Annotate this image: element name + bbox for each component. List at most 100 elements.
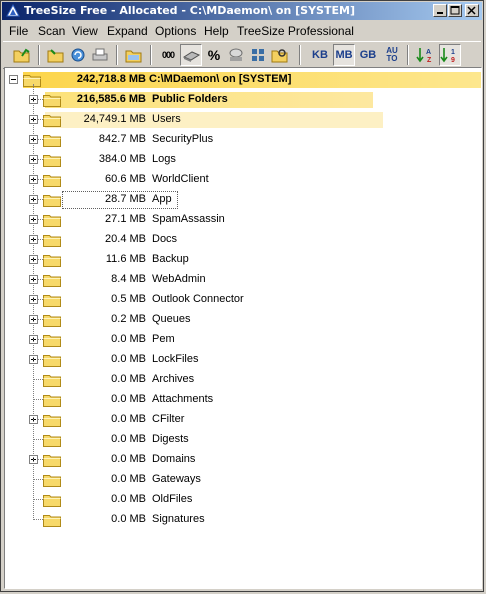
folder-name: Attachments (152, 393, 214, 405)
maximize-button[interactable] (448, 4, 462, 17)
size-view-button[interactable] (180, 44, 202, 66)
unit-mb-label: MB (335, 49, 353, 61)
folder-size: 24,749.1 MB (83, 113, 146, 125)
folder-size: 0.0 MB (111, 473, 146, 485)
search-button[interactable] (269, 44, 291, 66)
window-title: TreeSize Free - Allocated - C:\MDaemon\ … (24, 4, 355, 17)
folder-size: 27.1 MB (105, 213, 146, 225)
tree-row[interactable]: 0.0 MB Domains (5, 450, 481, 470)
tree-row[interactable]: 0.0 MB Attachments (5, 390, 481, 410)
folder-name: Backup (152, 253, 189, 265)
folder-name: Archives (152, 373, 195, 385)
toolbar: 000 % KB MB GB AU TO A Z 1 9 (3, 41, 481, 69)
folder-size: 0.0 MB (111, 333, 146, 345)
tree-row[interactable]: 11.6 MB Backup (5, 250, 481, 270)
sort-by-size-button[interactable]: 1 9 (439, 44, 461, 66)
folder-size: 0.0 MB (111, 433, 146, 445)
sort-az-icon: A Z (416, 48, 432, 64)
folder-tree[interactable]: 242,718.8 MB C:\MDaemon\ on [SYSTEM] 216,5… (4, 67, 482, 589)
folder-name: Digests (152, 433, 189, 445)
grid-icon (252, 49, 264, 61)
tree-row[interactable]: 8.4 MB WebAdmin (5, 270, 481, 290)
unit-gb-button[interactable]: GB (357, 44, 379, 66)
search-folder-icon (271, 49, 288, 63)
unit-gb-label: GB (359, 49, 377, 61)
menu-scan[interactable]: Scan (38, 24, 65, 38)
unit-kb-button[interactable]: KB (309, 44, 331, 66)
folder-size: 60.6 MB (105, 173, 146, 185)
tree-row[interactable]: 0.5 MB Outlook Connector (5, 290, 481, 310)
menu-options[interactable]: Options (155, 24, 196, 38)
explorer-button[interactable] (123, 44, 145, 66)
close-button[interactable] (465, 4, 479, 17)
folder-size: 0.0 MB (111, 353, 146, 365)
tree-row[interactable]: 0.0 MB Digests (5, 430, 481, 450)
tree-row[interactable]: 20.4 MB Docs (5, 230, 481, 250)
tree-row[interactable]: 0.0 MB CFilter (5, 410, 481, 430)
printer-icon (92, 48, 108, 61)
refresh-button[interactable] (67, 44, 89, 66)
sort-num-bottom: 9 (451, 57, 455, 64)
refresh-icon (71, 48, 85, 62)
tree-row[interactable]: 0.0 MB Gateways (5, 470, 481, 490)
folder-name: Users (152, 113, 181, 125)
percent-icon: % (207, 47, 221, 63)
tree-row[interactable]: 842.7 MB SecurityPlus (5, 130, 481, 150)
tree-row[interactable]: 384.0 MB Logs (5, 150, 481, 170)
folder-name: Docs (152, 233, 178, 245)
folder-name: Domains (152, 453, 196, 465)
tree-row[interactable]: 0.0 MB Pem (5, 330, 481, 350)
folder-name: LockFiles (152, 353, 199, 365)
tree-row[interactable]: 28.7 MB App (5, 190, 481, 210)
folder-name: Gateways (152, 473, 201, 485)
tree-row[interactable]: 24,749.1 MB Users (5, 110, 481, 130)
folder-name: Queues (152, 313, 191, 325)
app-window: TreeSize Free - Allocated - C:\MDaemon\ … (0, 0, 484, 592)
print-button[interactable] (89, 44, 111, 66)
open-folder-icon (13, 48, 30, 63)
menu-help[interactable]: Help (204, 24, 229, 38)
tree-row[interactable]: 0.2 MB Queues (5, 310, 481, 330)
tree-row[interactable]: 0.0 MB Archives (5, 370, 481, 390)
folder-size: 0.5 MB (111, 293, 146, 305)
percent-button[interactable]: % (203, 44, 225, 66)
scan-folder-icon (47, 49, 64, 63)
folder-name: C:\MDaemon\ on [SYSTEM] (149, 73, 292, 85)
folder-name: Public Folders (152, 93, 228, 105)
menu-treesize-professional[interactable]: TreeSize Professional (237, 24, 354, 38)
folder-size: 8.4 MB (111, 273, 146, 285)
folder-name: WebAdmin (152, 273, 206, 285)
tree-row[interactable]: 0.0 MB OldFiles (5, 490, 481, 510)
folder-size: 28.7 MB (105, 193, 146, 205)
folder-name: OldFiles (152, 493, 193, 505)
sort-by-name-button[interactable]: A Z (415, 44, 437, 66)
folder-size: 242,718.8 MB (76, 73, 146, 85)
file-count-button[interactable]: 000 (157, 44, 179, 66)
tree-row[interactable]: 27.1 MB SpamAssassin (5, 210, 481, 230)
disk-icon (182, 51, 200, 62)
disk-usage-button[interactable] (225, 44, 247, 66)
tree-row[interactable]: 0.0 MB LockFiles (5, 350, 481, 370)
folder-size: 20.4 MB (105, 233, 146, 245)
sort-az-top: A (426, 49, 431, 56)
tree-row[interactable]: 216,585.6 MB Public Folders (5, 90, 481, 110)
minimize-button[interactable] (433, 4, 447, 17)
menu-file[interactable]: File (9, 24, 28, 38)
unit-mb-button[interactable]: MB (333, 44, 355, 66)
unit-auto-button[interactable]: AU TO (381, 44, 403, 66)
title-bar[interactable]: TreeSize Free - Allocated - C:\MDaemon\ … (2, 2, 482, 20)
treesize-app-icon (6, 4, 20, 17)
scan-folder-button[interactable] (45, 44, 67, 66)
details-button[interactable] (247, 44, 269, 66)
folder-size: 384.0 MB (98, 153, 146, 165)
tree-root-row[interactable]: 242,718.8 MB C:\MDaemon\ on [SYSTEM] (5, 70, 481, 90)
menu-expand[interactable]: Expand (107, 24, 148, 38)
tree-row[interactable]: 60.6 MB WorldClient (5, 170, 481, 190)
folder-size: 0.0 MB (111, 453, 146, 465)
folder-size: 0.0 MB (111, 393, 146, 405)
menu-view[interactable]: View (72, 24, 98, 38)
count-icon: 000 (161, 50, 175, 60)
tree-row[interactable]: 0.0 MB Signatures (5, 510, 481, 530)
folder-size: 0.2 MB (111, 313, 146, 325)
open-folder-button[interactable] (11, 44, 33, 66)
